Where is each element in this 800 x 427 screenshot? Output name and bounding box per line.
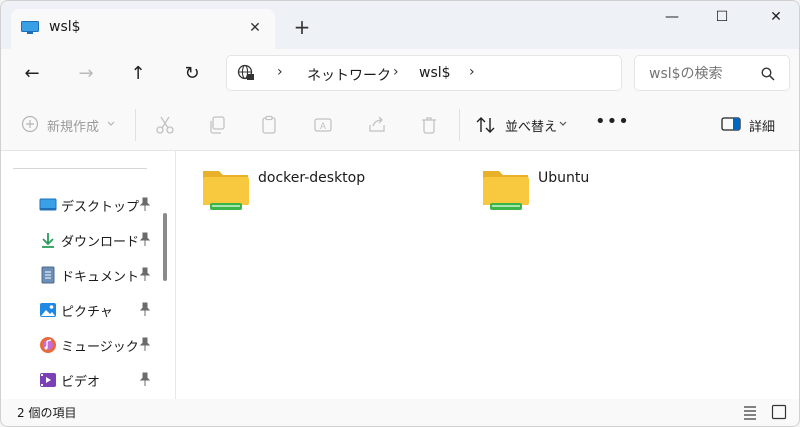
network-folder-icon [483,171,529,210]
sidebar-item-videos[interactable]: ビデオ [39,368,159,392]
tab-wsl[interactable]: wsl$ ✕ [11,9,275,49]
search-input[interactable] [649,64,757,84]
up-button[interactable]: ↑ [125,63,151,85]
pin-icon[interactable] [139,232,151,246]
breadcrumb-separator[interactable]: › [469,64,475,80]
toolbar-divider [135,109,136,141]
folder-name: Ubuntu [538,170,590,186]
breadcrumb-separator[interactable]: › [393,64,399,80]
picture-icon [40,303,56,317]
download-icon [42,233,54,248]
rename-icon[interactable]: A [313,115,333,135]
details-pane-icon [721,117,741,131]
sidebar-divider [13,168,147,169]
sort-button-label: 並べ替え [505,120,558,135]
navigation-pane: デスクトップ ダウンロード ドキュメント ピクチャ ミュージック ビデオ [1,151,161,401]
document-icon [41,266,55,284]
sidebar-item-desktop[interactable]: デスクトップ [39,193,159,217]
minimize-button[interactable]: — [657,9,687,29]
new-button-label: 新規作成 [47,120,100,135]
folder-item[interactable]: Ubuntu [482,167,642,215]
paste-icon[interactable] [259,115,279,135]
sidebar-item-label: ミュージック [61,340,139,355]
details-button-label: 詳細 [749,120,776,135]
sidebar-item-label: デスクトップ [61,200,140,215]
forward-button[interactable]: → [73,63,99,85]
details-view-icon[interactable] [742,404,758,420]
cut-icon[interactable] [155,115,175,135]
share-icon[interactable] [367,115,387,135]
new-button[interactable]: 新規作成 [21,115,121,135]
svg-text:A: A [320,121,326,131]
sidebar-item-documents[interactable]: ドキュメント [39,263,159,287]
command-bar: 新規作成 A 並べ替え ••• 詳細 [1,99,799,151]
close-button[interactable]: ✕ [761,9,791,29]
pin-icon[interactable] [139,302,151,316]
tab-title: wsl$ [49,19,81,35]
large-icons-view-icon[interactable] [771,404,787,420]
copy-icon[interactable] [207,115,227,135]
address-bar[interactable]: › ネットワーク › wsl$ › [226,55,622,91]
folder-item[interactable]: docker-desktop [202,167,402,215]
sort-icon [476,117,495,133]
sidebar-item-label: ダウンロード [61,235,140,250]
music-icon [40,337,56,353]
tab-close-icon[interactable]: ✕ [245,18,265,38]
search-icon[interactable] [761,67,775,81]
sidebar-item-label: ドキュメント [61,270,140,285]
folder-name: docker-desktop [258,170,366,186]
sort-button[interactable]: 並べ替え [475,115,575,135]
new-tab-button[interactable]: + [291,16,313,38]
more-options-button[interactable]: ••• [595,113,629,135]
maximize-button[interactable]: ☐ [707,9,737,29]
plus-circle-icon [21,115,39,133]
breadcrumb-wsl[interactable]: wsl$ [419,65,451,81]
breadcrumb-separator[interactable]: › [277,64,283,80]
toolbar-divider [459,109,460,141]
sidebar-item-label: ピクチャ [61,305,113,320]
refresh-button[interactable]: ↻ [179,63,205,85]
sidebar-item-label: ビデオ [61,375,101,390]
delete-icon[interactable] [419,115,439,135]
details-button[interactable]: 詳細 [721,115,781,135]
sidebar-item-pictures[interactable]: ピクチャ [39,298,159,322]
pin-icon[interactable] [139,267,151,281]
pin-icon[interactable] [139,197,151,211]
desktop-icon [39,198,57,211]
pin-icon[interactable] [139,372,151,386]
network-folder-icon [203,171,249,210]
file-list: docker-desktop Ubuntu [176,151,799,401]
file-explorer-window: wsl$ ✕ + — ☐ ✕ ← → ↑ ↻ › ネットワーク › wsl$ › [0,0,800,427]
sidebar-item-downloads[interactable]: ダウンロード [39,228,159,252]
pin-icon[interactable] [139,337,151,351]
status-bar: 2 個の項目 [1,399,799,426]
search-box[interactable] [634,55,790,91]
back-button[interactable]: ← [19,63,45,85]
video-icon [40,373,56,387]
sidebar-item-music[interactable]: ミュージック [39,333,159,357]
chevron-down-icon [559,121,567,126]
sidebar-scrollbar[interactable] [163,213,167,281]
navigation-bar: ← → ↑ ↻ › ネットワーク › wsl$ › [1,49,799,99]
item-count: 2 個の項目 [17,406,77,420]
chevron-down-icon [107,121,115,126]
monitor-icon [21,21,39,34]
title-bar: wsl$ ✕ + — ☐ ✕ [1,1,799,49]
network-icon [237,64,254,80]
breadcrumb-network[interactable]: ネットワーク [307,65,391,85]
